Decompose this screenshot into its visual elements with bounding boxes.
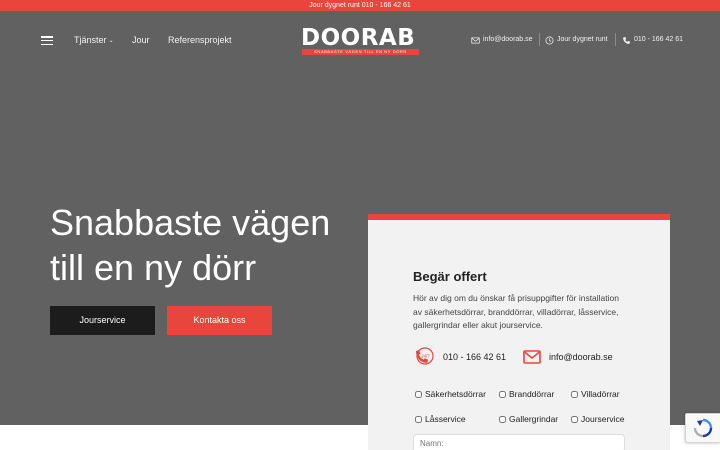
header-divider	[615, 33, 616, 46]
form-description: Hör av dig om du önskar få prisuppgifter…	[413, 293, 619, 330]
checkbox-gallergrindar[interactable]: Gallergrindar	[499, 413, 558, 425]
phone-badge-text: 24/7	[421, 354, 430, 359]
hero-heading-line-1: Snabbaste vägen	[50, 202, 331, 243]
checkbox-input[interactable]	[499, 415, 506, 423]
checkbox-label: Säkerhetsdörrar	[425, 389, 486, 399]
envelope-icon	[523, 350, 541, 364]
header-hours-text: Jour dygnet runt	[557, 36, 608, 43]
chevron-down-icon: ⌄	[108, 38, 114, 44]
checkbox-label: Villadörrar	[581, 389, 620, 399]
quote-form-card: Begär offert Hör av dig om du önskar få …	[368, 214, 670, 450]
header-email-text: info@doorab.se	[483, 36, 533, 43]
form-email-text: info@doorab.se	[549, 352, 613, 362]
form-phone-text: 010 - 166 42 61	[443, 352, 507, 362]
clock-icon	[545, 36, 554, 44]
checkbox-lasservice[interactable]: Låsservice	[415, 413, 466, 425]
checkbox-label: Låsservice	[425, 414, 466, 424]
top-announcement-bar: Jour dygnet runt 010 - 166 42 61	[0, 0, 720, 11]
logo-wordmark: DOORAB	[301, 25, 416, 51]
checkbox-input[interactable]	[571, 415, 578, 423]
checkbox-label: Jourservice	[581, 414, 625, 424]
header-hours: Jour dygnet runt	[545, 34, 608, 46]
hero-heading: Snabbaste vägen till en ny dörr	[50, 200, 360, 290]
header-email-link[interactable]: info@doorab.se	[471, 34, 533, 46]
form-title: Begär offert	[413, 269, 487, 284]
form-email-link[interactable]: info@doorab.se	[523, 346, 613, 368]
logo-tagline: SNABBASTE VÄGEN TILL EN NY DÖRR	[302, 49, 419, 55]
kontakta-oss-button[interactable]: Kontakta oss	[167, 306, 272, 335]
checkbox-sakerhetsdorrar[interactable]: Säkerhetsdörrar	[415, 388, 486, 400]
header-phone-link[interactable]: 010 - 166 42 61	[622, 34, 683, 46]
jourservice-button[interactable]: Jourservice	[50, 306, 155, 335]
header-divider	[539, 33, 540, 46]
recaptcha-badge[interactable]	[685, 413, 720, 443]
phone-icon	[623, 36, 630, 44]
hero-heading-line-2: till en ny dörr	[50, 247, 257, 288]
checkbox-villadorrar[interactable]: Villadörrar	[571, 388, 620, 400]
checkbox-jourservice[interactable]: Jourservice	[571, 413, 624, 425]
doorab-logo[interactable]: DOORAB SNABBASTE VÄGEN TILL EN NY DÖRR	[301, 25, 419, 55]
envelope-icon	[471, 37, 480, 43]
checkbox-label: Gallergrindar	[509, 414, 559, 424]
checkbox-input[interactable]	[499, 390, 506, 398]
phone-24-7-icon: 24/7	[416, 347, 434, 365]
checkbox-input[interactable]	[415, 390, 422, 398]
checkbox-input[interactable]	[415, 415, 422, 423]
hamburger-icon[interactable]	[41, 36, 53, 45]
nav-link-tjanster-label: Tjänster	[74, 35, 107, 45]
main-navigation: Tjänster ⌄ Jour Referensprojekt DOORAB SN…	[0, 11, 720, 69]
checkbox-input[interactable]	[571, 390, 578, 398]
recaptcha-icon	[693, 418, 713, 438]
nav-link-jour[interactable]: Jour	[132, 34, 150, 46]
form-phone-link[interactable]: 24/7 010 - 166 42 61	[413, 346, 506, 368]
name-input[interactable]	[413, 434, 625, 450]
nav-link-tjanster[interactable]: Tjänster ⌄	[74, 34, 114, 47]
header-phone-text: 010 - 166 42 61	[634, 36, 684, 43]
checkbox-branddorrar[interactable]: Branddörrar	[499, 388, 554, 400]
nav-link-referensprojekt[interactable]: Referensprojekt	[168, 34, 232, 46]
checkbox-label: Branddörrar	[509, 389, 555, 399]
